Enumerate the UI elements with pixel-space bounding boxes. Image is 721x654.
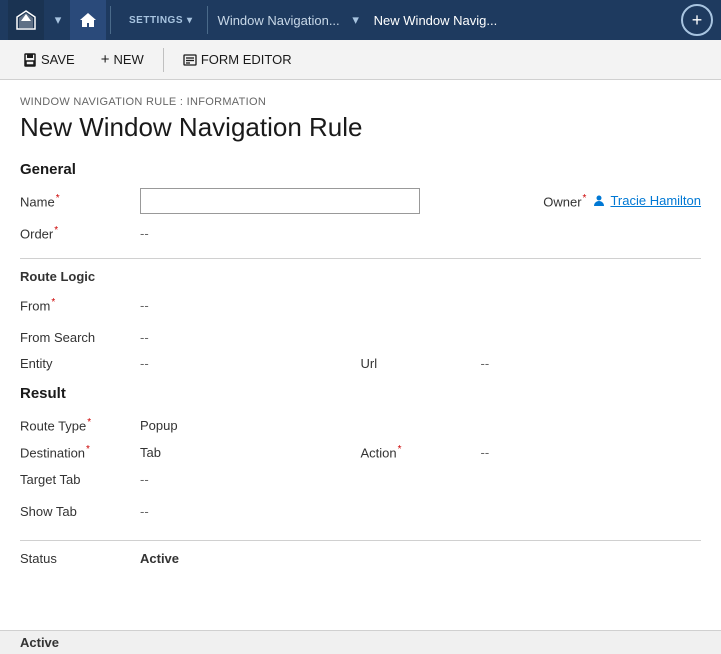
add-button[interactable]: + bbox=[681, 4, 713, 36]
owner-value: Tracie Hamilton bbox=[610, 193, 701, 208]
status-label: Status bbox=[20, 551, 140, 566]
destination-label: Destination* bbox=[20, 444, 140, 460]
route-type-row: Route Type* Popup bbox=[20, 412, 701, 438]
home-icon bbox=[79, 11, 97, 29]
form-title: New Window Navigation Rule bbox=[20, 112, 701, 143]
target-tab-value: -- bbox=[140, 472, 149, 487]
from-required: * bbox=[51, 297, 55, 308]
form-editor-label: FORM EDITOR bbox=[201, 52, 292, 67]
destination-action-row: Destination* Tab Action* -- bbox=[20, 444, 701, 460]
new-button[interactable]: + NEW bbox=[90, 46, 155, 73]
order-value: -- bbox=[140, 226, 149, 241]
app-logo[interactable] bbox=[8, 0, 44, 40]
action-required: * bbox=[398, 444, 402, 455]
save-button[interactable]: SAVE bbox=[12, 46, 86, 73]
show-tab-label: Show Tab bbox=[20, 504, 140, 519]
form-breadcrumb: WINDOW NAVIGATION RULE : INFORMATION bbox=[20, 96, 701, 108]
from-search-row: From Search -- bbox=[20, 324, 701, 350]
home-button[interactable] bbox=[70, 0, 106, 40]
status-row: Status Active bbox=[20, 551, 701, 566]
topbar: ▾ SETTINGS ▾ Window Navigation... ▾ New … bbox=[0, 0, 721, 40]
order-row: Order* -- bbox=[20, 220, 701, 246]
status-col: Status Active bbox=[20, 551, 701, 566]
action-label: Action* bbox=[361, 444, 481, 460]
entity-url-row: Entity -- Url -- bbox=[20, 356, 701, 371]
save-label: SAVE bbox=[41, 52, 75, 67]
person-icon bbox=[592, 194, 606, 208]
active-page-label: New Window Navig... bbox=[374, 13, 498, 28]
breadcrumb-caret[interactable]: ▾ bbox=[346, 0, 366, 40]
form-toolbar: SAVE + NEW FORM EDITOR bbox=[0, 40, 721, 80]
toolbar-divider bbox=[163, 48, 164, 72]
main-content: WINDOW NAVIGATION RULE : INFORMATION New… bbox=[0, 80, 721, 654]
nav-divider bbox=[110, 6, 111, 34]
nav-divider2 bbox=[207, 6, 208, 34]
result-section: Result Route Type* Popup Destination* Ta… bbox=[20, 385, 701, 524]
name-row: Name* Owner* Tracie Hamilton bbox=[20, 188, 701, 214]
owner-link[interactable]: Tracie Hamilton bbox=[592, 193, 701, 208]
plus-icon: + bbox=[101, 52, 110, 67]
url-value: -- bbox=[481, 356, 490, 371]
from-row: From* -- bbox=[20, 292, 701, 318]
route-logic-divider bbox=[20, 258, 701, 259]
show-tab-value: -- bbox=[140, 504, 149, 519]
settings-caret: ▾ bbox=[187, 15, 193, 26]
form-editor-button[interactable]: FORM EDITOR bbox=[172, 46, 303, 73]
save-icon bbox=[23, 53, 37, 67]
route-logic-title: Route Logic bbox=[20, 269, 701, 284]
route-type-label: Route Type* bbox=[20, 417, 140, 433]
status-value: Active bbox=[140, 551, 179, 566]
name-input[interactable] bbox=[140, 188, 420, 214]
order-label: Order* bbox=[20, 225, 140, 241]
result-section-title: Result bbox=[20, 385, 701, 402]
status-bar-value: Active bbox=[20, 635, 59, 650]
owner-row: Owner* Tracie Hamilton bbox=[420, 193, 701, 209]
show-tab-row: Show Tab -- bbox=[20, 498, 701, 524]
target-tab-row: Target Tab -- bbox=[20, 466, 701, 492]
from-search-label: From Search bbox=[20, 330, 140, 345]
new-label: NEW bbox=[113, 52, 143, 67]
entity-col: Entity -- bbox=[20, 356, 361, 371]
entity-label: Entity bbox=[20, 356, 140, 371]
status-section: Status Active bbox=[20, 540, 701, 566]
url-col: Url -- bbox=[361, 356, 702, 371]
entity-value: -- bbox=[140, 356, 149, 371]
name-label: Name* bbox=[20, 193, 140, 209]
action-value: -- bbox=[481, 445, 490, 460]
owner-required: * bbox=[583, 193, 587, 204]
form-editor-icon bbox=[183, 53, 197, 67]
from-value: -- bbox=[140, 298, 149, 313]
app-dropdown-caret[interactable]: ▾ bbox=[46, 0, 70, 40]
destination-required: * bbox=[86, 444, 90, 455]
route-type-value: Popup bbox=[140, 418, 178, 433]
order-required: * bbox=[54, 225, 58, 236]
name-required: * bbox=[56, 193, 60, 204]
owner-label: Owner* bbox=[543, 193, 586, 209]
settings-nav[interactable]: SETTINGS ▾ bbox=[115, 0, 203, 40]
action-col: Action* -- bbox=[361, 444, 702, 460]
active-page-nav: New Window Navig... bbox=[366, 0, 506, 40]
add-icon: + bbox=[692, 10, 703, 31]
settings-label: SETTINGS bbox=[129, 15, 183, 26]
destination-value: Tab bbox=[140, 445, 161, 460]
from-search-value: -- bbox=[140, 330, 149, 345]
breadcrumb1-nav[interactable]: Window Navigation... bbox=[212, 0, 346, 40]
route-type-required: * bbox=[87, 417, 91, 428]
url-label: Url bbox=[361, 356, 481, 371]
target-tab-label: Target Tab bbox=[20, 472, 140, 487]
general-section-title: General bbox=[20, 161, 701, 178]
from-label: From* bbox=[20, 297, 140, 313]
destination-col: Destination* Tab bbox=[20, 444, 361, 460]
breadcrumb1-label: Window Navigation... bbox=[218, 13, 340, 28]
logo-icon bbox=[15, 9, 37, 31]
status-bar: Active bbox=[0, 630, 721, 654]
